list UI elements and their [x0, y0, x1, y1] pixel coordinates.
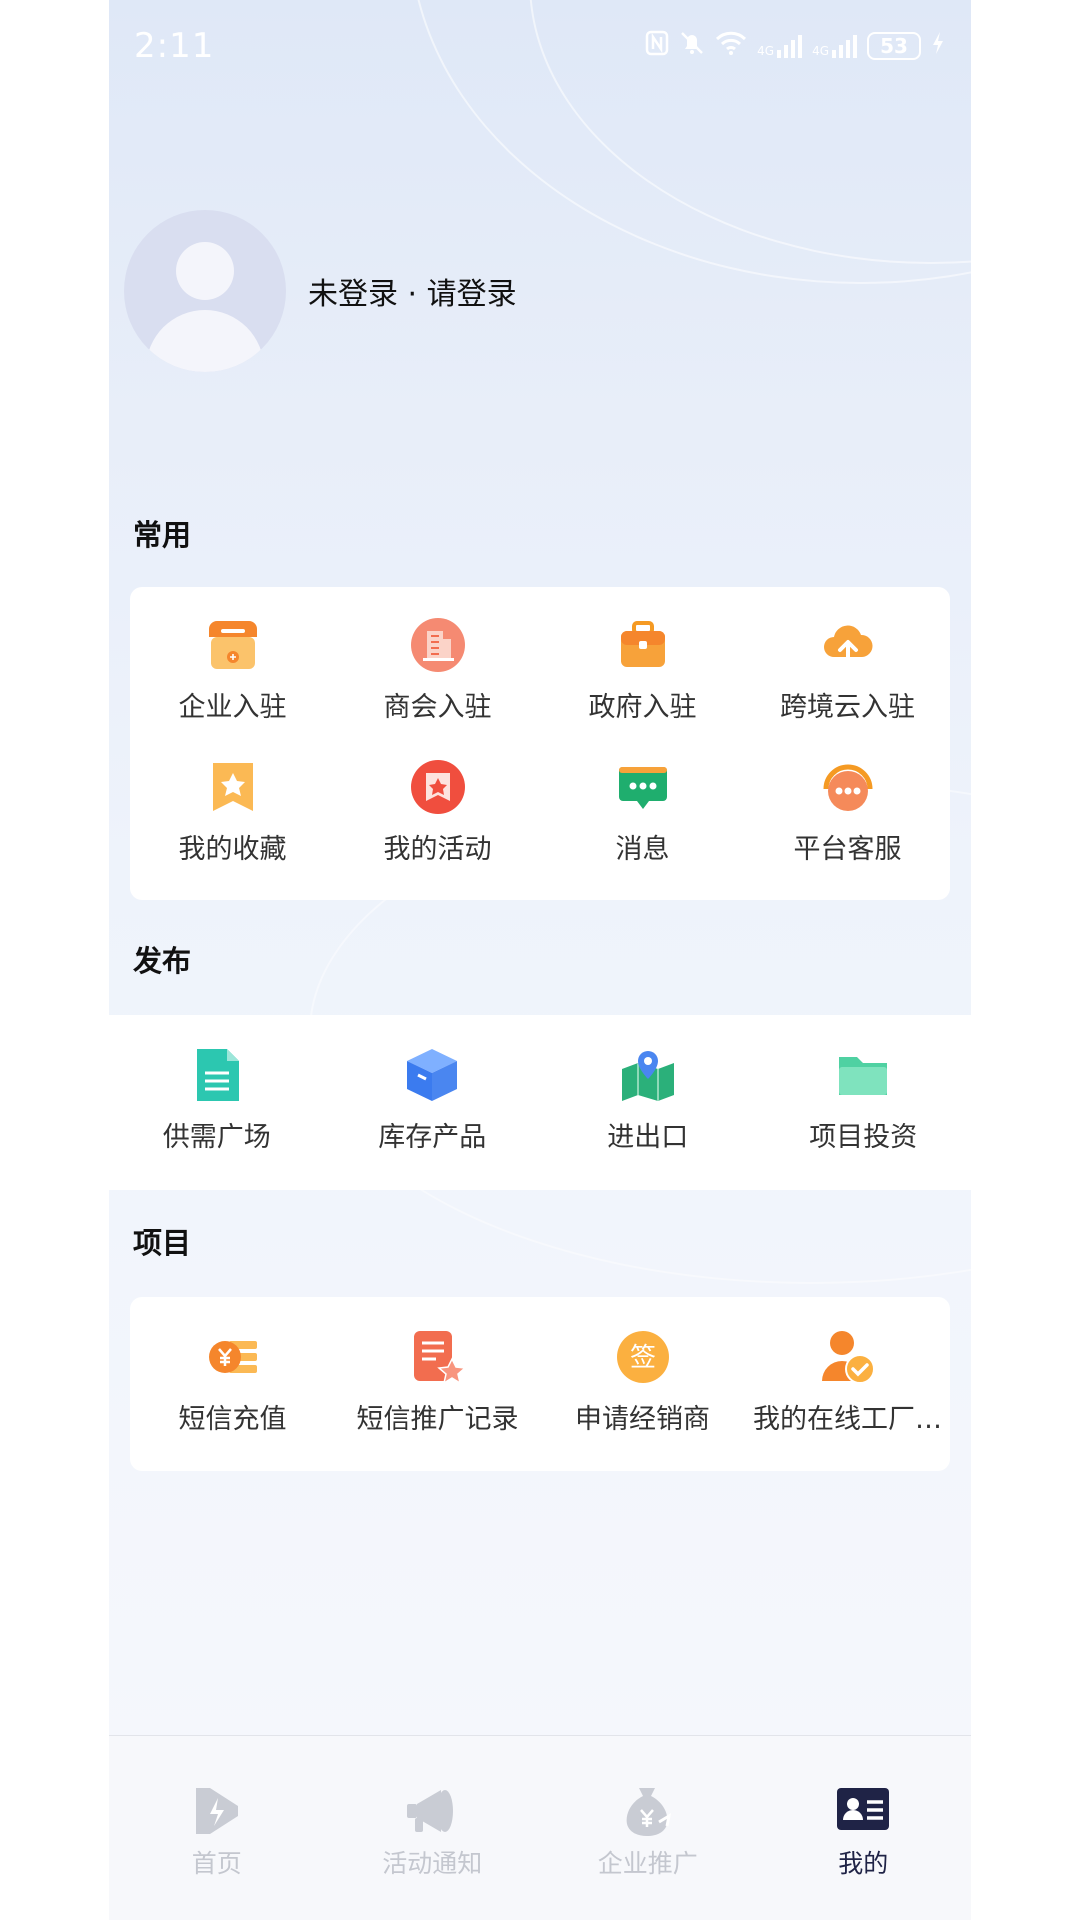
cloud-upload-icon — [820, 617, 876, 673]
building-icon — [410, 617, 466, 673]
tab-label: 活动通知 — [382, 1849, 483, 1878]
coin-recharge-icon — [205, 1329, 261, 1385]
id-card-icon — [836, 1784, 890, 1838]
status-icons: 4G 4G 53 — [645, 30, 945, 62]
item-label: 短信充值 — [178, 1404, 287, 1435]
item-label: 供需广场 — [162, 1122, 271, 1153]
tab-label: 首页 — [191, 1849, 242, 1878]
item-label: 企业入驻 — [178, 692, 287, 723]
inventory-products-button[interactable]: 库存产品 — [325, 1047, 541, 1190]
tab-label: 企业推广 — [597, 1849, 698, 1878]
profile-header[interactable]: 未登录 · 请登录 — [124, 210, 517, 372]
tab-label: 我的 — [838, 1849, 889, 1878]
svg-text:签: 签 — [629, 1343, 655, 1373]
item-label: 跨境云入驻 — [780, 692, 915, 723]
item-label: 进出口 — [607, 1122, 689, 1153]
money-bag-icon — [621, 1784, 675, 1838]
app-screen: 2:11 4G 4G 53 未登录 · 请登录 常用 企业入驻 商会入驻 政府入… — [109, 0, 971, 1920]
item-label: 消息 — [615, 834, 670, 865]
megaphone-icon — [405, 1784, 459, 1838]
user-check-icon — [820, 1329, 876, 1385]
tab-enterprise-promotion[interactable]: 企业推广 — [540, 1736, 756, 1920]
chamber-join-button[interactable]: 商会入驻 — [335, 617, 540, 759]
project-card: 短信充值 短信推广记录 签 申请经销商 我的在线工厂… — [130, 1297, 950, 1471]
item-label: 我的在线工厂… — [753, 1404, 942, 1435]
apply-distributor-button[interactable]: 签 申请经销商 — [540, 1329, 745, 1471]
star-bookmark-icon — [205, 759, 261, 815]
box-icon — [404, 1047, 460, 1103]
store-icon — [205, 617, 261, 673]
signal-icon: 4G — [812, 34, 857, 58]
record-icon — [410, 1329, 467, 1385]
map-pin-icon — [620, 1047, 676, 1103]
document-icon — [189, 1047, 245, 1103]
activity-icon — [410, 759, 466, 815]
my-online-factory-button[interactable]: 我的在线工厂… — [745, 1329, 950, 1471]
network-type-label: 4G — [757, 44, 775, 58]
messages-button[interactable]: 消息 — [540, 759, 745, 901]
nfc-icon — [645, 30, 669, 62]
home-play-icon — [190, 1784, 244, 1838]
item-label: 我的收藏 — [178, 834, 287, 865]
charging-icon — [931, 31, 945, 61]
supply-demand-button[interactable]: 供需广场 — [109, 1047, 325, 1190]
item-label: 我的活动 — [383, 834, 492, 865]
mute-bell-icon — [679, 30, 705, 62]
publish-card: 供需广场 库存产品 进出口 项目投资 — [109, 1015, 971, 1190]
battery-indicator: 53 — [867, 32, 921, 60]
network-type-label: 4G — [812, 44, 829, 58]
bottom-tab-bar: 首页 活动通知 企业推广 我的 — [109, 1735, 971, 1920]
sms-promotion-record-button[interactable]: 短信推广记录 — [335, 1329, 540, 1471]
signal-icon: 4G — [757, 34, 803, 58]
customer-service-button[interactable]: 平台客服 — [745, 759, 950, 901]
item-label: 短信推广记录 — [356, 1404, 519, 1435]
item-label: 库存产品 — [378, 1122, 487, 1153]
item-label: 政府入驻 — [588, 692, 697, 723]
tab-mine[interactable]: 我的 — [756, 1736, 972, 1920]
avatar[interactable] — [124, 210, 286, 372]
status-bar: 2:11 4G 4G 53 — [109, 0, 971, 92]
my-favorites-button[interactable]: 我的收藏 — [130, 759, 335, 901]
sms-recharge-button[interactable]: 短信充值 — [130, 1329, 335, 1471]
sign-icon: 签 — [615, 1329, 671, 1385]
section-title-publish: 发布 — [133, 944, 192, 978]
cross-border-cloud-join-button[interactable]: 跨境云入驻 — [745, 617, 950, 759]
project-investment-button[interactable]: 项目投资 — [756, 1047, 972, 1190]
login-prompt[interactable]: 未登录 · 请登录 — [308, 269, 517, 313]
my-activities-button[interactable]: 我的活动 — [335, 759, 540, 901]
item-label: 商会入驻 — [383, 692, 492, 723]
tab-home[interactable]: 首页 — [109, 1736, 325, 1920]
government-join-button[interactable]: 政府入驻 — [540, 617, 745, 759]
section-title-common: 常用 — [133, 518, 192, 552]
common-card: 企业入驻 商会入驻 政府入驻 跨境云入驻 我的收藏 我的活动 消息 平台客服 — [130, 587, 950, 900]
status-time: 2:11 — [134, 26, 215, 66]
tab-activity-notice[interactable]: 活动通知 — [325, 1736, 541, 1920]
item-label: 项目投资 — [809, 1122, 918, 1153]
import-export-button[interactable]: 进出口 — [540, 1047, 756, 1190]
folder-icon — [835, 1047, 891, 1103]
message-icon — [615, 759, 671, 815]
enterprise-join-button[interactable]: 企业入驻 — [130, 617, 335, 759]
briefcase-icon — [615, 617, 671, 673]
item-label: 平台客服 — [793, 834, 902, 865]
headset-icon — [820, 759, 876, 815]
wifi-icon — [715, 31, 747, 61]
section-title-project: 项目 — [133, 1226, 192, 1260]
item-label: 申请经销商 — [575, 1404, 710, 1435]
